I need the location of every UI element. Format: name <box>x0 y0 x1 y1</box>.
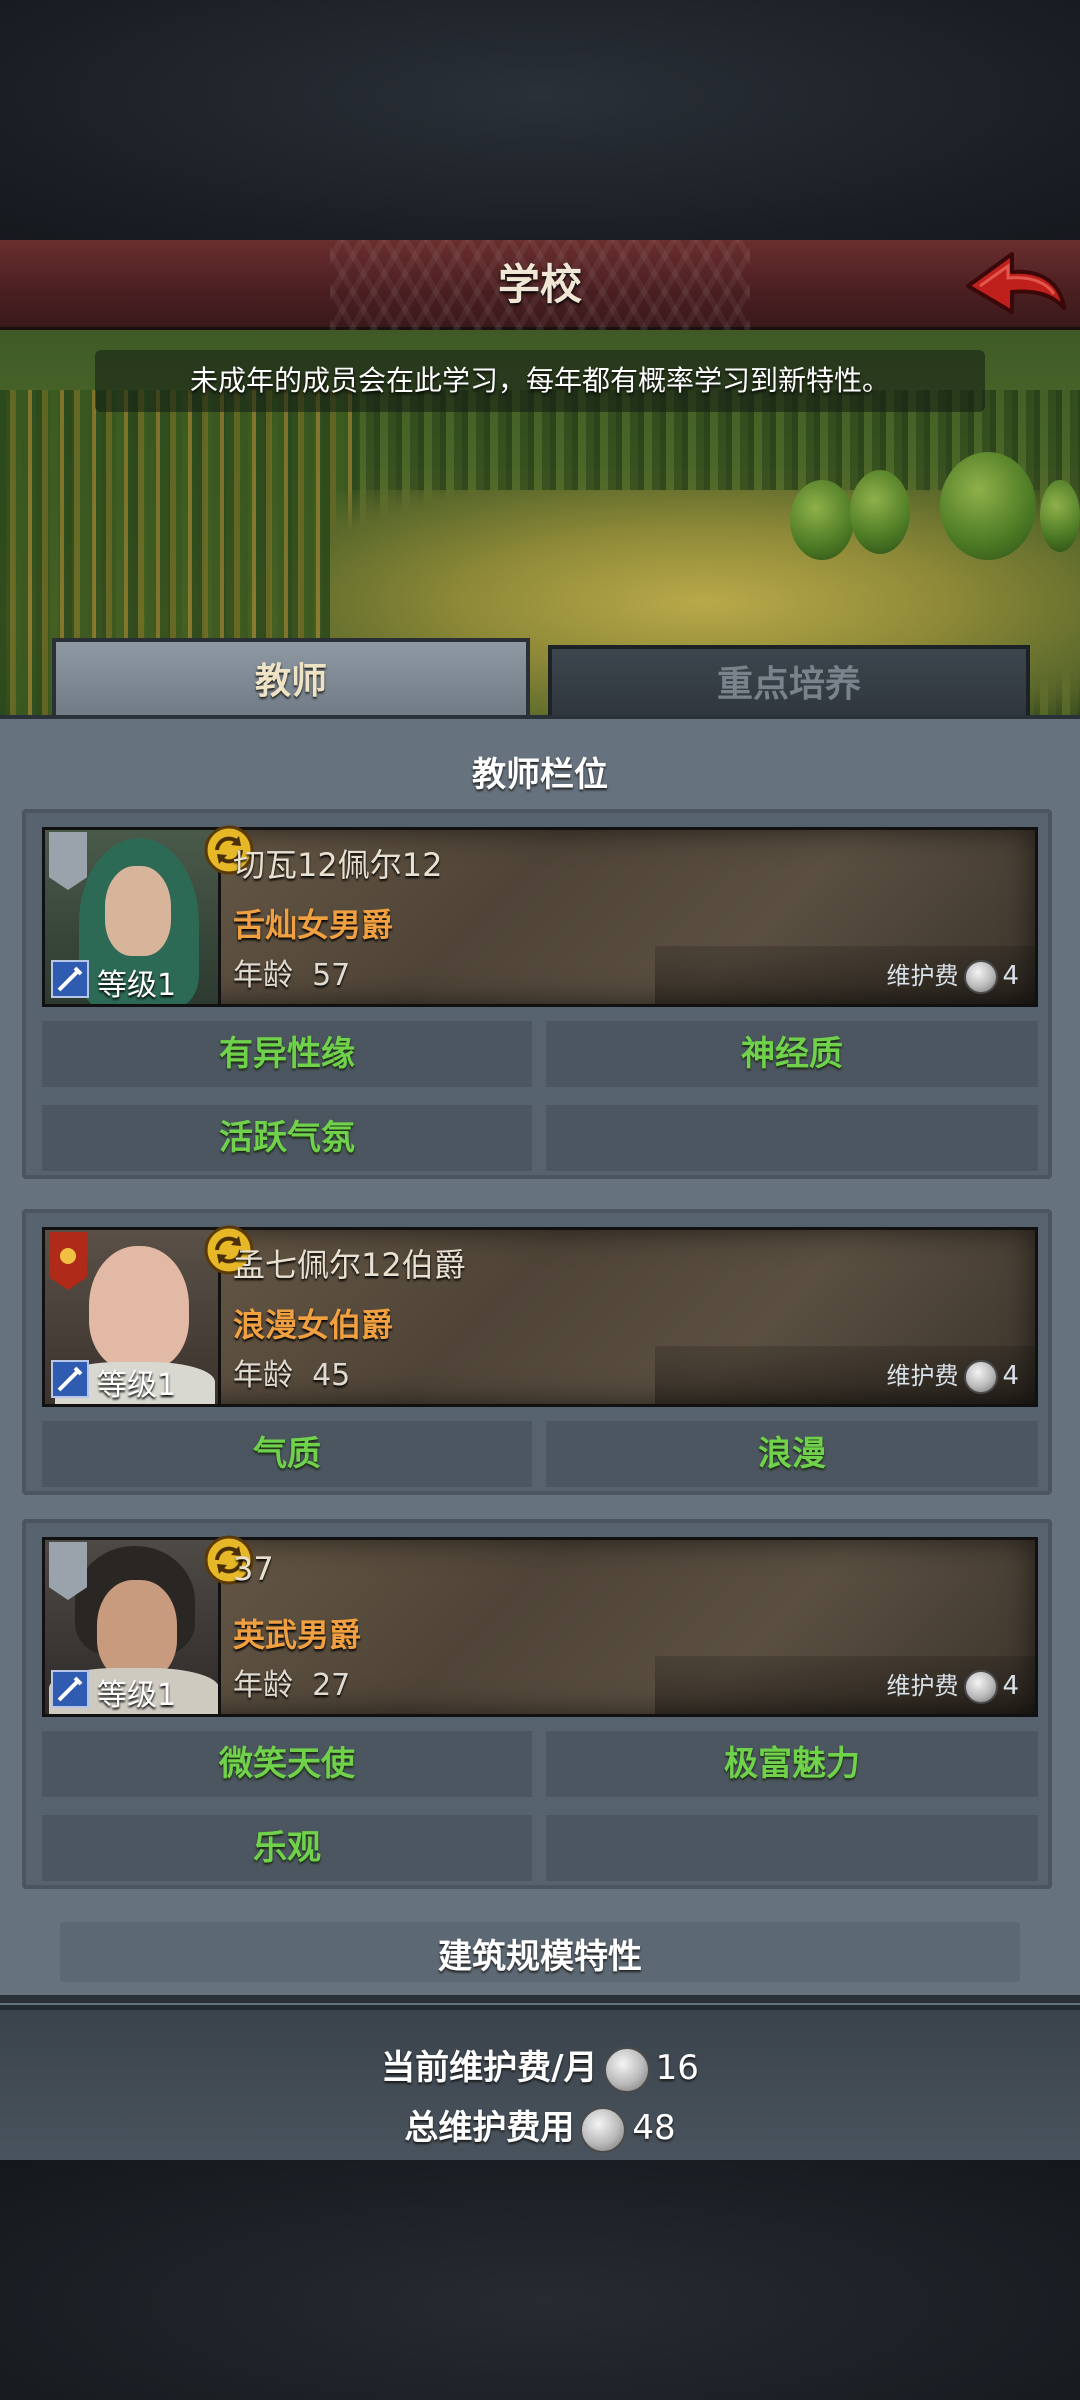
teacher-panel: 教师栏位 等级1 切瓦12佩尔12 舌灿女男爵 年龄 57 维护费 4 有异性缘 … <box>0 715 1080 2005</box>
trait-slot-empty[interactable] <box>546 1105 1038 1171</box>
silver-coin-icon <box>964 1670 999 1704</box>
level-label: 等级1 <box>97 968 177 1003</box>
upkeep-label: 维护费 <box>886 1362 959 1390</box>
building-traits-heading: 建筑规模特性 <box>438 1937 642 1977</box>
divider <box>0 1995 1080 2003</box>
trait-slot-empty[interactable] <box>546 1815 1038 1881</box>
monthly-upkeep-label: 当前维护费/月 <box>381 2048 598 2088</box>
age-value: 27 <box>312 1668 351 1703</box>
monthly-upkeep-value: 16 <box>655 2048 699 2088</box>
teacher-card: 等级1 切瓦12佩尔12 舌灿女男爵 年龄 57 维护费 4 有异性缘 神经质 活… <box>22 809 1052 1179</box>
teacher-age: 年龄 57 <box>233 950 350 994</box>
trait-slot[interactable]: 气质 <box>42 1421 532 1487</box>
trait-slot[interactable]: 浪漫 <box>546 1421 1038 1487</box>
upkeep: 维护费 4 <box>886 956 1019 996</box>
silver-coin-icon <box>603 2046 650 2093</box>
face <box>97 1580 177 1680</box>
age-label: 年龄 <box>233 1668 293 1703</box>
teacher-name: 孟七佩尔12伯爵 <box>233 1246 466 1284</box>
level-label: 等级1 <box>97 1368 177 1403</box>
total-upkeep-value: 48 <box>632 2108 676 2148</box>
banner-description: 未成年的成员会在此学习，每年都有概率学习到新特性。 <box>189 364 890 397</box>
portrait: 等级1 <box>45 830 221 1004</box>
upkeep-label: 维护费 <box>886 1672 959 1700</box>
trait-slot[interactable]: 极富魅力 <box>546 1731 1038 1797</box>
upkeep-summary: 当前维护费/月 16 总维护费用 48 <box>0 2005 1080 2165</box>
tree-clump <box>1040 480 1080 552</box>
top-backdrop <box>0 0 1080 240</box>
teacher-age: 年龄 45 <box>233 1350 350 1394</box>
silver-coin-icon <box>964 1360 999 1394</box>
teacher-age: 年龄 27 <box>233 1660 350 1704</box>
teacher-card: 等级1 37 英武男爵 年龄 27 维护费 4 微笑天使 极富魅力 乐观 <box>22 1519 1052 1889</box>
teacher-title: 舌灿女男爵 <box>233 906 394 944</box>
teacher-title: 浪漫女伯爵 <box>233 1306 394 1344</box>
character-box[interactable]: 等级1 切瓦12佩尔12 舌灿女男爵 年龄 57 维护费 4 <box>42 825 1038 1007</box>
upkeep: 维护费 4 <box>886 1356 1019 1396</box>
title-bar: 学校 <box>0 240 1080 330</box>
silver-coin-icon <box>964 960 999 994</box>
upkeep-value: 4 <box>1002 961 1019 991</box>
age-value: 57 <box>312 958 351 993</box>
trait-slot[interactable]: 活跃气氛 <box>42 1105 532 1171</box>
trait-slot[interactable]: 神经质 <box>546 1021 1038 1087</box>
tab-focus-training[interactable]: 重点培养 <box>548 645 1030 717</box>
page-title: 学校 <box>497 260 582 309</box>
teacher-name: 37 <box>233 1550 274 1588</box>
teacher-title: 英武男爵 <box>233 1616 362 1654</box>
back-arrow-icon <box>966 252 1066 314</box>
total-upkeep-label: 总维护费用 <box>404 2108 575 2148</box>
tree-clump <box>940 452 1036 560</box>
face <box>105 866 171 956</box>
tree-clump <box>850 470 910 554</box>
trait-slot[interactable]: 微笑天使 <box>42 1731 532 1797</box>
age-value: 45 <box>312 1358 351 1393</box>
character-box[interactable]: 等级1 37 英武男爵 年龄 27 维护费 4 <box>42 1535 1038 1717</box>
total-upkeep-row: 总维护费用 48 <box>0 2100 1080 2153</box>
bottom-backdrop <box>0 2160 1080 2400</box>
upkeep-label: 维护费 <box>886 962 959 990</box>
face <box>89 1246 189 1370</box>
upkeep: 维护费 4 <box>886 1666 1019 1706</box>
sword-icon <box>51 1360 89 1398</box>
portrait: 等级1 <box>45 1230 221 1404</box>
level-label: 等级1 <box>97 1678 177 1713</box>
silver-coin-icon <box>580 2106 627 2153</box>
sword-icon <box>51 960 89 998</box>
portrait: 等级1 <box>45 1540 221 1714</box>
teacher-name: 切瓦12佩尔12 <box>233 846 443 884</box>
trait-slot[interactable]: 有异性缘 <box>42 1021 532 1087</box>
age-label: 年龄 <box>233 1358 293 1393</box>
shield-icon <box>49 1232 87 1290</box>
teacher-card: 等级1 孟七佩尔12伯爵 浪漫女伯爵 年龄 45 维护费 4 气质 浪漫 <box>22 1209 1052 1495</box>
age-label: 年龄 <box>233 958 293 993</box>
upkeep-value: 4 <box>1002 1671 1019 1701</box>
trait-slot[interactable]: 乐观 <box>42 1815 532 1881</box>
shield-icon <box>49 832 87 890</box>
tab-teachers[interactable]: 教师 <box>52 638 530 718</box>
upkeep-value: 4 <box>1002 1361 1019 1391</box>
sword-icon <box>51 1670 89 1708</box>
monthly-upkeep-row: 当前维护费/月 16 <box>0 2040 1080 2093</box>
tree-clump <box>790 480 854 560</box>
character-box[interactable]: 等级1 孟七佩尔12伯爵 浪漫女伯爵 年龄 45 维护费 4 <box>42 1225 1038 1407</box>
teacher-slots-heading: 教师栏位 <box>472 755 608 795</box>
back-button[interactable] <box>960 246 1070 324</box>
